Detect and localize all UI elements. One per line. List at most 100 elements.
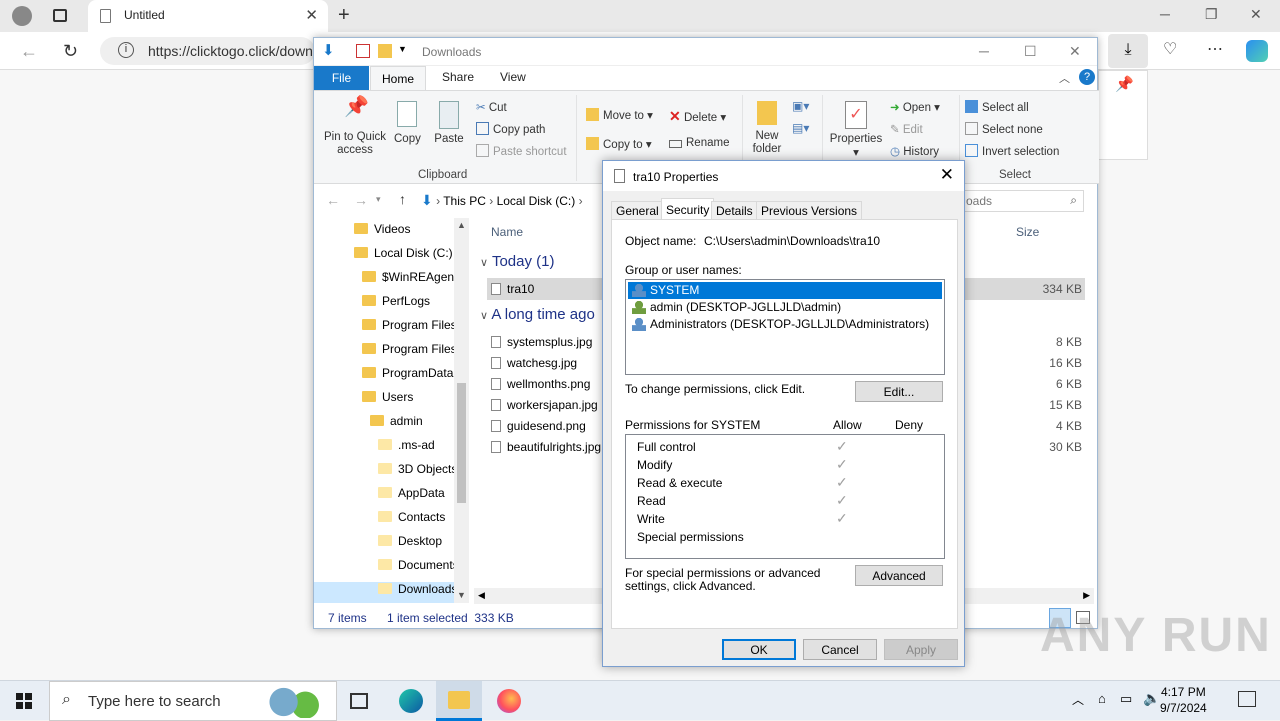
tree-item[interactable]: PerfLogs [362,294,430,316]
tree-item[interactable]: ProgramData [362,366,453,388]
open-button[interactable]: ➜ Open ▾ [890,100,940,114]
scroll-right-icon[interactable]: ▶ [1083,590,1090,601]
tab-actions-icon[interactable] [53,9,67,22]
dialog-close-button[interactable]: ✕ [940,165,954,185]
copilot-icon[interactable] [1246,40,1268,62]
edit-button[interactable]: Edit... [855,381,943,402]
show-hidden-icons[interactable]: ︿ [1072,691,1084,708]
restore-button[interactable]: ❐ [1205,6,1218,23]
tree-item[interactable]: admin [370,414,423,436]
start-button[interactable] [0,681,48,721]
minimize-button[interactable]: ─ [1160,6,1170,22]
file-row[interactable]: watchesg.jpg [491,356,577,370]
move-to-button[interactable]: Move to ▾ [586,108,653,122]
edge-icon[interactable] [399,689,423,713]
tree-item[interactable]: Local Disk (C:) [354,246,453,268]
tab-details[interactable]: Details [711,201,758,219]
file-row[interactable]: tra10 [491,282,534,296]
edit-button[interactable]: ✎ Edit [890,122,923,136]
file-row[interactable]: workersjapan.jpg [491,398,598,412]
breadcrumb-this-pc[interactable]: This PC [443,194,486,208]
browser-essentials-icon[interactable]: ♡ [1163,39,1177,59]
tree-item[interactable]: 3D Objects [378,462,457,484]
apply-button[interactable]: Apply [884,639,958,660]
column-name[interactable]: Name [491,225,523,239]
tree-item[interactable]: Desktop [378,534,442,556]
scroll-left-icon[interactable]: ◀ [478,590,485,601]
clock[interactable]: 4:17 PM 9/7/2024 [1160,684,1207,716]
tree-item[interactable]: Downloads [314,582,457,603]
tree-item[interactable]: $WinREAgent [362,270,457,292]
collapse-ribbon-icon[interactable]: ︿ [1059,70,1070,86]
ethernet-icon[interactable]: ▭ [1120,691,1132,707]
tree-item[interactable]: Program Files [362,318,457,340]
file-row[interactable]: beautifulrights.jpg [491,440,601,454]
tab-security[interactable]: Security [661,198,715,220]
user-list-item[interactable]: Administrators (DESKTOP-JGLLJLD\Administ… [628,316,942,333]
invert-selection-button[interactable]: Invert selection [965,144,1059,158]
tree-item[interactable]: Program Files [362,342,457,364]
url-field[interactable]: i https://clicktogo.click/down [100,37,315,65]
ok-button[interactable]: OK [722,639,796,660]
tree-item[interactable]: AppData [378,486,445,508]
breadcrumb-local-disk[interactable]: Local Disk (C:) [497,194,576,208]
copy-to-button[interactable]: Copy to ▾ [586,137,652,151]
downloads-icon[interactable]: ⤓ [1108,34,1148,68]
tab-general[interactable]: General [611,201,664,219]
explorer-minimize-button[interactable]: ─ [979,43,989,59]
network-icon[interactable]: ⌂ [1098,691,1106,706]
tree-scroll-thumb[interactable] [457,383,466,503]
back-icon[interactable]: ← [20,41,38,62]
properties-quick-icon[interactable] [356,44,370,58]
browser-tab[interactable]: Untitled ✕ [88,0,328,32]
column-size[interactable]: Size [1016,225,1039,239]
pin-icon[interactable]: 📌 [1115,75,1134,93]
paste-shortcut-button[interactable]: Paste shortcut [476,144,567,158]
group-today[interactable]: ∨ Today (1) [480,253,555,270]
copy-button[interactable]: Copy [394,101,421,145]
breadcrumb[interactable]: ⬇ › This PC › Local Disk (C:) › [420,191,605,211]
cut-button[interactable]: ✂ Cut [476,100,507,114]
site-info-icon[interactable]: i [118,42,134,58]
tab-share[interactable]: Share [442,70,474,84]
tab-previous-versions[interactable]: Previous Versions [756,201,863,219]
group-long-time-ago[interactable]: ∨ A long time ago [480,306,595,323]
file-row[interactable]: wellmonths.png [491,377,590,391]
recent-locations-icon[interactable]: ▾ [376,194,381,205]
easy-access-icon[interactable]: ▤▾ [792,121,809,135]
properties-button[interactable]: ✓ Properties ▾ [828,101,884,159]
tab-view[interactable]: View [500,70,526,84]
file-row[interactable]: guidesend.png [491,419,586,433]
scroll-up-icon[interactable]: ▲ [457,220,466,230]
tree-item[interactable]: Users [362,390,413,412]
paste-button[interactable]: Paste [434,101,464,145]
history-button[interactable]: ◷ History [890,144,939,158]
tree-item[interactable]: Documents [378,558,459,580]
help-icon[interactable]: ? [1079,69,1095,85]
select-none-button[interactable]: Select none [965,122,1043,136]
close-tab-icon[interactable]: ✕ [305,6,318,24]
new-folder-button[interactable]: New folder [748,101,786,156]
explorer-maximize-button[interactable]: ☐ [1024,43,1037,60]
task-view-icon[interactable] [350,693,368,709]
new-folder-quick-icon[interactable] [378,44,392,58]
tree-item[interactable]: Contacts [378,510,445,532]
back-arrow-icon[interactable]: ← [326,192,340,208]
scroll-down-icon[interactable]: ▼ [457,590,466,600]
more-options-icon[interactable]: ⋯ [1207,39,1223,59]
user-list-item[interactable]: SYSTEM [628,282,942,299]
new-tab-button[interactable]: + [338,4,350,27]
volume-icon[interactable]: 🔈 [1143,690,1160,707]
rename-button[interactable]: Rename [669,137,729,149]
notifications-icon[interactable] [1238,691,1256,707]
refresh-icon[interactable]: ↻ [63,41,78,62]
advanced-button[interactable]: Advanced [855,565,943,586]
taskbar-search-input[interactable]: ⌕ Type here to search [49,681,337,721]
tree-item[interactable]: Videos [354,222,410,244]
search-input[interactable]: oads ⌕ [959,190,1084,212]
cancel-button[interactable]: Cancel [803,639,877,660]
up-arrow-icon[interactable]: ↑ [399,191,406,207]
file-row[interactable]: systemsplus.jpg [491,335,592,349]
copy-path-button[interactable]: Copy path [476,122,545,136]
profile-icon[interactable] [12,6,32,26]
